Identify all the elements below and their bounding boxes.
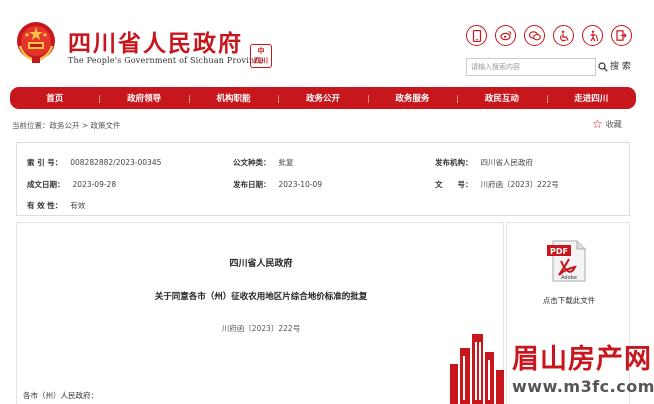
info-created: 成文日期： 2023-09-28 (27, 179, 116, 190)
favorite-label: 收藏 (605, 119, 622, 129)
info-created-label: 成文日期： (27, 180, 65, 189)
document-org: 四川省人民政府 (229, 259, 293, 269)
exit-icon[interactable] (611, 25, 632, 46)
top-icon-bar (466, 25, 632, 46)
search-button[interactable]: 搜 索 (598, 58, 631, 76)
nav-item-services[interactable]: 政务服务 (367, 92, 457, 104)
info-published-label: 发布日期： (233, 180, 271, 189)
search-input[interactable]: 请输入搜索内容 (466, 58, 596, 76)
mobile-icon[interactable] (466, 25, 487, 46)
info-docno-value: 川府函〔2023〕222号 (480, 180, 559, 189)
document-title: 关于同意各市（州）征收农用地区片综合地价标准的批复 (154, 292, 368, 302)
search-icon (598, 62, 608, 72)
download-link[interactable]: 点击下载此文件 (507, 295, 631, 306)
pdf-label: PDF (550, 247, 568, 256)
nav-item-public-affairs[interactable]: 政务公开 (278, 92, 367, 104)
watermark-title: 眉山房产网 (512, 344, 652, 375)
info-validity-value: 有效 (70, 201, 86, 210)
info-category-value: 批复 (278, 158, 294, 167)
site-title[interactable]: 四川省人民政府 (68, 24, 243, 58)
watermark: 眉山房产网 www.m3fc.com (446, 330, 654, 404)
info-index-label: 索 引 号： (27, 158, 63, 167)
adobe-label: Adobe (561, 275, 577, 281)
seal-logo: 中四川 (250, 44, 272, 68)
favorite-button[interactable]: ☆ 收藏 (592, 118, 622, 130)
info-category: 公文种类： 批复 (233, 157, 294, 168)
breadcrumb[interactable]: 当前位置：政务公开 > 政策文件 (12, 120, 121, 131)
info-created-value: 2023-09-28 (72, 180, 117, 189)
nav-item-institutions[interactable]: 机构职能 (188, 92, 278, 104)
site-subtitle: The People's Government of Sichuan Provi… (68, 56, 264, 65)
nav-item-interaction[interactable]: 政民互动 (457, 92, 546, 104)
main-nav: 首页 政府领导 机构职能 政务公开 政务服务 政民互动 走进四川 (10, 87, 636, 109)
wechat-icon[interactable] (524, 25, 545, 46)
info-index-value: 008282882/2023-00345 (70, 158, 162, 167)
national-emblem-icon[interactable] (14, 20, 58, 64)
info-docno: 文 号： 川府函〔2023〕222号 (435, 179, 559, 190)
watermark-url: www.m3fc.com (512, 377, 654, 396)
info-validity-label: 有 效 性： (27, 201, 63, 210)
info-publisher-value: 四川省人民政府 (480, 158, 534, 167)
nav-item-leaders[interactable]: 政府领导 (99, 92, 188, 104)
accessibility-icon[interactable] (553, 25, 574, 46)
document-info-table: 索 引 号： 008282882/2023-00345 公文种类： 批复 发布机构：… (16, 142, 630, 216)
weibo-icon[interactable] (495, 25, 516, 46)
document-number: 川府函〔2023〕222号 (221, 324, 301, 333)
info-validity: 有 效 性： 有效 (27, 200, 85, 211)
info-published-value: 2023-10-09 (278, 180, 323, 189)
info-publisher: 发布机构： 四川省人民政府 (435, 157, 533, 168)
document-body: 四川省人民政府 关于同意各市（州）征收农用地区片综合地价标准的批复 川府函〔20… (16, 222, 504, 404)
info-index: 索 引 号： 008282882/2023-00345 (27, 157, 161, 168)
elder-care-icon[interactable] (582, 25, 603, 46)
search-label: 搜 索 (610, 62, 631, 72)
info-publisher-label: 发布机构： (435, 158, 473, 167)
document-salutation: 各市（州）人民政府： (23, 391, 98, 400)
star-icon: ☆ (592, 117, 603, 131)
nav-item-home[interactable]: 首页 (10, 92, 99, 104)
site-header: 四川省人民政府 The People's Government of Sichu… (0, 0, 654, 84)
pdf-icon[interactable]: PDF Adobe (545, 239, 591, 283)
info-published: 发布日期： 2023-10-09 (233, 179, 322, 190)
info-docno-label: 文 号： (435, 180, 473, 189)
info-category-label: 公文种类： (233, 158, 271, 167)
building-logo-icon (450, 334, 504, 404)
nav-item-sichuan[interactable]: 走进四川 (546, 92, 636, 104)
